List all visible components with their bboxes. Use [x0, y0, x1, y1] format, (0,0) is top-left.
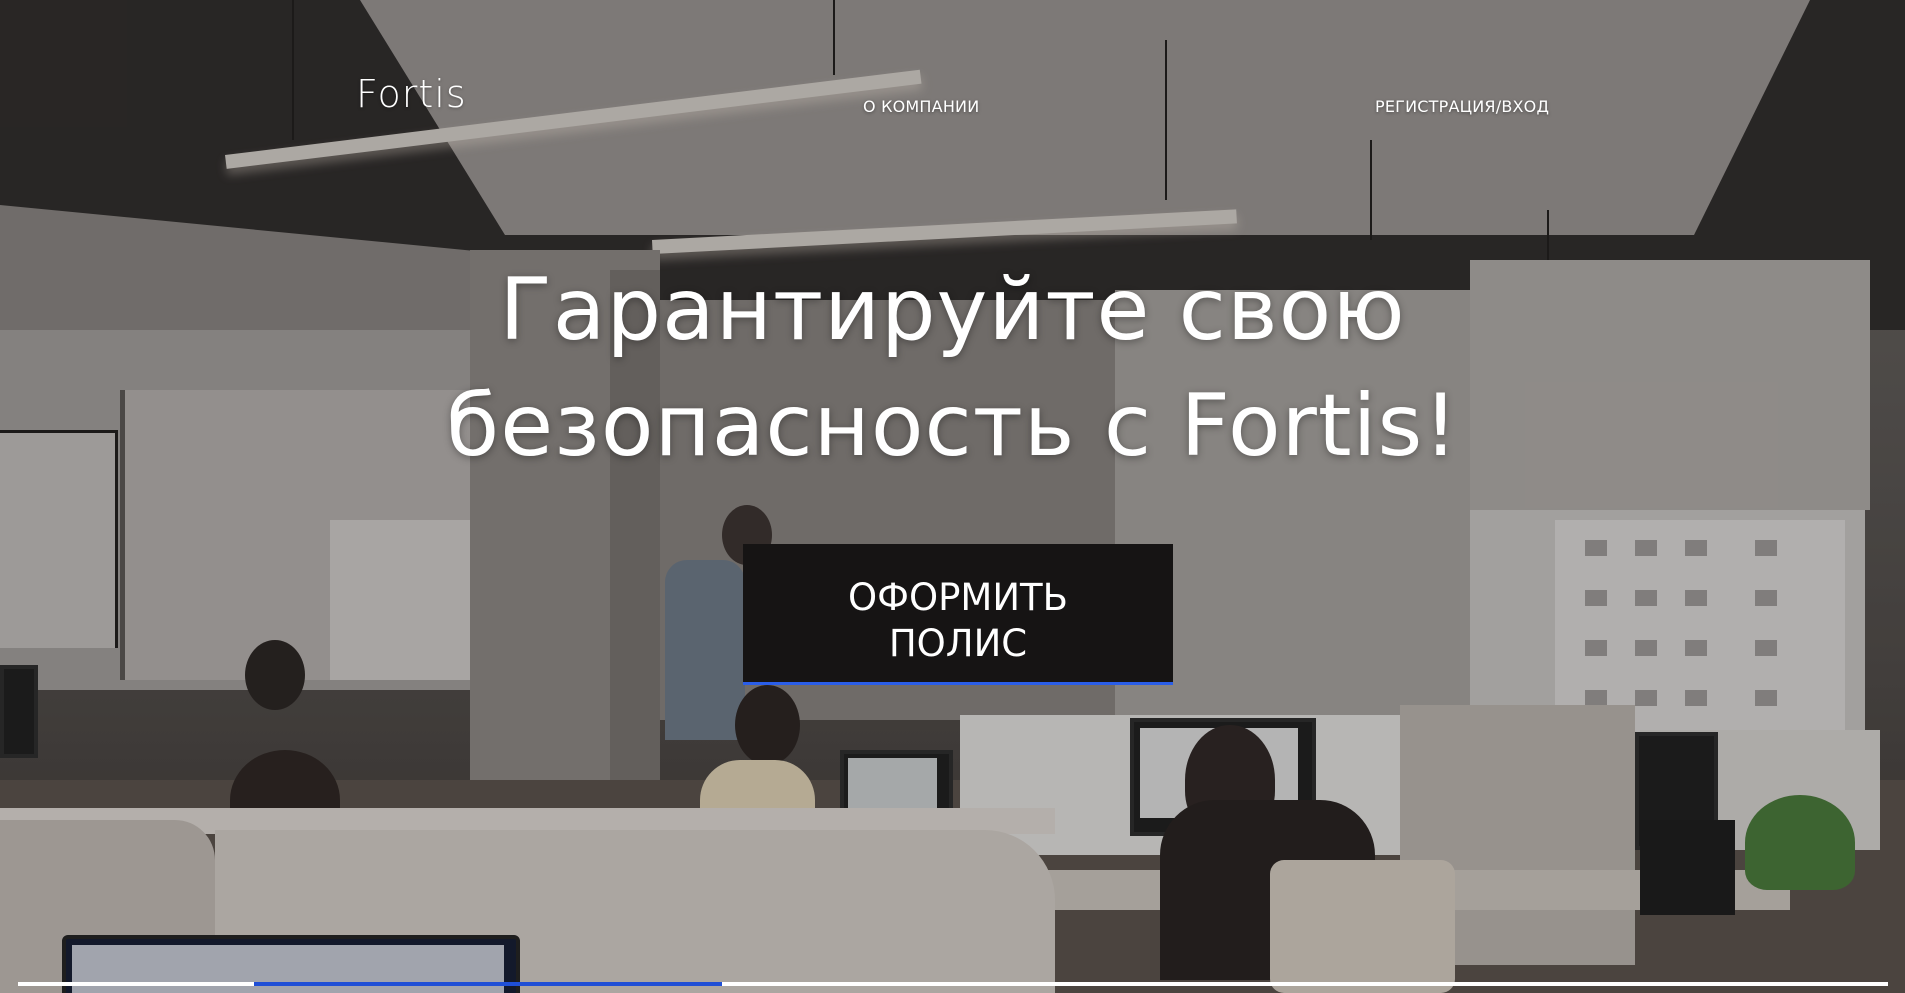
- nav-about-company[interactable]: О КОМПАНИИ: [863, 97, 979, 116]
- desk-partition-edge: [0, 808, 1055, 834]
- ceiling-panel: [360, 0, 1810, 235]
- nav-register-login[interactable]: РЕГИСТРАЦИЯ/ВХОД: [1375, 97, 1549, 116]
- person: [1160, 800, 1375, 980]
- plant: [1745, 795, 1855, 890]
- monitor-screen: [1140, 728, 1298, 818]
- building-outside: [1555, 520, 1845, 740]
- window: [1470, 510, 1865, 740]
- lamp-wire: [1165, 40, 1167, 200]
- hero-section: Fortis О КОМПАНИИ РЕГИСТРАЦИЯ/ВХОД Гаран…: [0, 0, 1905, 993]
- desk-partition: [1640, 730, 1880, 850]
- get-policy-button[interactable]: ОФОРМИТЬ ПОЛИС: [743, 544, 1173, 685]
- laptop-screen: [848, 758, 937, 820]
- ceiling-lamp: [85, 375, 330, 383]
- person: [665, 560, 745, 740]
- desk-organizer: [1640, 820, 1735, 915]
- building-window: [1755, 690, 1777, 706]
- ceiling-lamp: [0, 345, 75, 353]
- hero-headline-line1: Гарантируйте свою: [499, 260, 1406, 360]
- lamp-wire: [1370, 140, 1372, 240]
- building-window: [1635, 590, 1657, 606]
- desk-partition: [0, 820, 215, 993]
- site-logo[interactable]: Fortis: [356, 72, 467, 116]
- building-window: [1685, 640, 1707, 656]
- building-window: [1685, 690, 1707, 706]
- office-floor: [0, 780, 1905, 993]
- person: [700, 760, 815, 895]
- ceiling-lamp: [652, 209, 1237, 254]
- building-window: [1585, 540, 1607, 556]
- desk: [740, 870, 1790, 910]
- laptop: [840, 750, 953, 836]
- lamp-wire: [833, 0, 835, 75]
- building-window: [1635, 540, 1657, 556]
- monitor: [1635, 732, 1718, 850]
- desk-partition: [1400, 705, 1635, 965]
- ceiling-lamp: [225, 69, 922, 169]
- slider-progress-bar: [18, 982, 1888, 986]
- person: [230, 750, 340, 850]
- hero-headline-line2: безопасность с Fortis!: [446, 376, 1459, 476]
- hero-headline: Гарантируйте свою безопасность с Fortis!: [300, 252, 1605, 484]
- lamp-wire: [292, 0, 294, 140]
- building-window: [1585, 590, 1607, 606]
- building-window: [1685, 590, 1707, 606]
- building-window: [1585, 640, 1607, 656]
- building-window: [1755, 590, 1777, 606]
- desk-partition: [960, 715, 1400, 855]
- get-policy-button-line2: ПОЛИС: [888, 622, 1028, 665]
- get-policy-button-line1: ОФОРМИТЬ: [848, 576, 1068, 619]
- desk-partition: [215, 830, 1055, 993]
- building-window: [1755, 540, 1777, 556]
- monitor: [0, 665, 38, 758]
- person-head: [735, 685, 800, 765]
- person-head: [245, 640, 305, 710]
- office-chair: [1270, 860, 1455, 993]
- person-head: [1185, 725, 1275, 835]
- building-window: [1685, 540, 1707, 556]
- building-window: [1635, 640, 1657, 656]
- building-window: [1755, 640, 1777, 656]
- hero-overlay: [0, 0, 1905, 993]
- window: [330, 520, 470, 680]
- wall-sign: [0, 430, 118, 648]
- slider-progress-fill: [254, 982, 722, 986]
- building-window: [1635, 690, 1657, 706]
- monitor: [1130, 718, 1316, 836]
- building-window: [1585, 690, 1607, 706]
